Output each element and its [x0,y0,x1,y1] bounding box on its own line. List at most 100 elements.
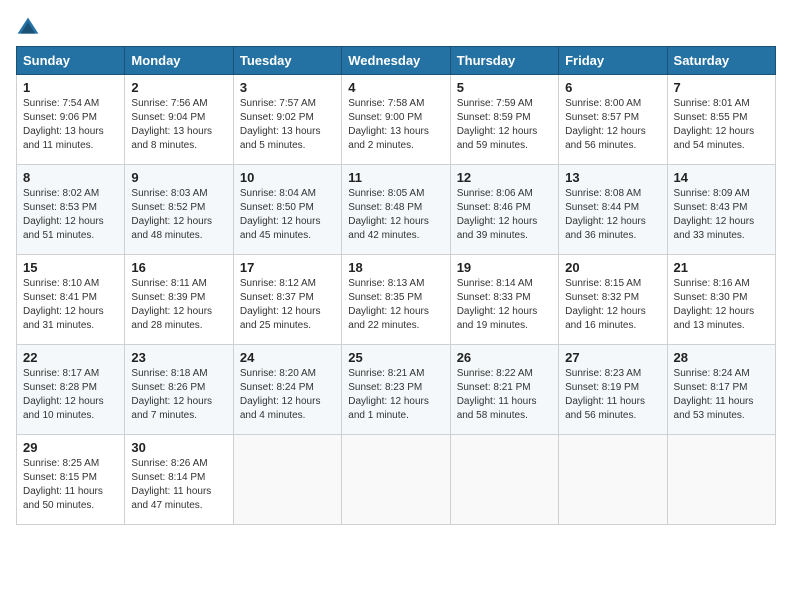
day-number: 27 [565,350,660,365]
calendar-cell: 4 Sunrise: 7:58 AMSunset: 9:00 PMDaylight… [342,75,450,165]
day-number: 4 [348,80,443,95]
week-row-3: 15 Sunrise: 8:10 AMSunset: 8:41 PMDayligh… [17,255,776,345]
day-number: 5 [457,80,552,95]
day-info: Sunrise: 8:16 AMSunset: 8:30 PMDaylight:… [674,277,769,333]
calendar-cell: 2 Sunrise: 7:56 AMSunset: 9:04 PMDaylight… [125,75,233,165]
calendar-cell: 18 Sunrise: 8:13 AMSunset: 8:35 PMDayligh… [342,255,450,345]
calendar-cell: 6 Sunrise: 8:00 AMSunset: 8:57 PMDaylight… [559,75,667,165]
day-number: 11 [348,170,443,185]
day-number: 21 [674,260,769,275]
calendar-cell: 19 Sunrise: 8:14 AMSunset: 8:33 PMDayligh… [450,255,558,345]
day-number: 10 [240,170,335,185]
day-info: Sunrise: 8:01 AMSunset: 8:55 PMDaylight:… [674,97,769,153]
calendar-cell [342,435,450,525]
day-info: Sunrise: 8:23 AMSunset: 8:19 PMDaylight:… [565,367,660,423]
day-info: Sunrise: 8:13 AMSunset: 8:35 PMDaylight:… [348,277,443,333]
calendar-cell: 14Sunrise: 8:09 AMSunset: 8:43 PMDayligh… [667,165,775,255]
calendar-cell: 13 Sunrise: 8:08 AMSunset: 8:44 PMDayligh… [559,165,667,255]
calendar-cell: 7 Sunrise: 8:01 AMSunset: 8:55 PMDaylight… [667,75,775,165]
calendar-cell: 5 Sunrise: 7:59 AMSunset: 8:59 PMDaylight… [450,75,558,165]
calendar-cell: 17Sunrise: 8:12 AMSunset: 8:37 PMDayligh… [233,255,341,345]
day-number: 2 [131,80,226,95]
calendar-cell: 11 Sunrise: 8:05 AMSunset: 8:48 PMDayligh… [342,165,450,255]
day-number: 30 [131,440,226,455]
calendar-cell: 25Sunrise: 8:21 AMSunset: 8:23 PMDayligh… [342,345,450,435]
calendar-cell: 28 Sunrise: 8:24 AMSunset: 8:17 PMDayligh… [667,345,775,435]
week-row-1: 1 Sunrise: 7:54 AMSunset: 9:06 PMDaylight… [17,75,776,165]
weekday-header-sunday: Sunday [17,47,125,75]
day-info: Sunrise: 8:12 AMSunset: 8:37 PMDaylight:… [240,277,335,333]
day-number: 29 [23,440,118,455]
logo [16,16,44,36]
day-info: Sunrise: 8:22 AMSunset: 8:21 PMDaylight:… [457,367,552,423]
calendar-cell: 24 Sunrise: 8:20 AMSunset: 8:24 PMDayligh… [233,345,341,435]
day-info: Sunrise: 7:57 AMSunset: 9:02 PMDaylight:… [240,97,335,153]
calendar-cell: 8Sunrise: 8:02 AMSunset: 8:53 PMDaylight… [17,165,125,255]
day-number: 20 [565,260,660,275]
day-info: Sunrise: 8:10 AMSunset: 8:41 PMDaylight:… [23,277,118,333]
day-number: 24 [240,350,335,365]
calendar-cell: 15 Sunrise: 8:10 AMSunset: 8:41 PMDayligh… [17,255,125,345]
day-number: 3 [240,80,335,95]
day-info: Sunrise: 8:20 AMSunset: 8:24 PMDaylight:… [240,367,335,423]
day-number: 18 [348,260,443,275]
day-number: 6 [565,80,660,95]
day-info: Sunrise: 8:05 AMSunset: 8:48 PMDaylight:… [348,187,443,243]
day-number: 9 [131,170,226,185]
day-number: 7 [674,80,769,95]
day-info: Sunrise: 8:24 AMSunset: 8:17 PMDaylight:… [674,367,769,423]
calendar-cell: 26Sunrise: 8:22 AMSunset: 8:21 PMDayligh… [450,345,558,435]
calendar-cell: 3 Sunrise: 7:57 AMSunset: 9:02 PMDaylight… [233,75,341,165]
calendar-table: SundayMondayTuesdayWednesdayThursdayFrid… [16,46,776,525]
week-row-2: 8Sunrise: 8:02 AMSunset: 8:53 PMDaylight… [17,165,776,255]
day-info: Sunrise: 8:04 AMSunset: 8:50 PMDaylight:… [240,187,335,243]
weekday-header-wednesday: Wednesday [342,47,450,75]
week-row-4: 22Sunrise: 8:17 AMSunset: 8:28 PMDayligh… [17,345,776,435]
day-info: Sunrise: 7:59 AMSunset: 8:59 PMDaylight:… [457,97,552,153]
calendar-cell [559,435,667,525]
day-info: Sunrise: 8:08 AMSunset: 8:44 PMDaylight:… [565,187,660,243]
day-info: Sunrise: 8:25 AMSunset: 8:15 PMDaylight:… [23,457,118,513]
day-info: Sunrise: 8:09 AMSunset: 8:43 PMDaylight:… [674,187,769,243]
day-info: Sunrise: 8:26 AMSunset: 8:14 PMDaylight:… [131,457,226,513]
day-number: 13 [565,170,660,185]
day-info: Sunrise: 8:03 AMSunset: 8:52 PMDaylight:… [131,187,226,243]
calendar-cell: 12 Sunrise: 8:06 AMSunset: 8:46 PMDayligh… [450,165,558,255]
header [16,16,776,36]
logo-icon [16,16,40,36]
day-info: Sunrise: 7:54 AMSunset: 9:06 PMDaylight:… [23,97,118,153]
calendar-cell: 16 Sunrise: 8:11 AMSunset: 8:39 PMDayligh… [125,255,233,345]
calendar-cell: 10 Sunrise: 8:04 AMSunset: 8:50 PMDayligh… [233,165,341,255]
weekday-header-friday: Friday [559,47,667,75]
day-number: 16 [131,260,226,275]
calendar-cell: 23Sunrise: 8:18 AMSunset: 8:26 PMDayligh… [125,345,233,435]
day-number: 28 [674,350,769,365]
calendar-cell: 29 Sunrise: 8:25 AMSunset: 8:15 PMDayligh… [17,435,125,525]
day-info: Sunrise: 8:00 AMSunset: 8:57 PMDaylight:… [565,97,660,153]
day-number: 19 [457,260,552,275]
day-info: Sunrise: 8:06 AMSunset: 8:46 PMDaylight:… [457,187,552,243]
calendar-cell: 30 Sunrise: 8:26 AMSunset: 8:14 PMDayligh… [125,435,233,525]
day-info: Sunrise: 8:17 AMSunset: 8:28 PMDaylight:… [23,367,118,423]
day-number: 8 [23,170,118,185]
calendar-cell: 21 Sunrise: 8:16 AMSunset: 8:30 PMDayligh… [667,255,775,345]
day-info: Sunrise: 8:18 AMSunset: 8:26 PMDaylight:… [131,367,226,423]
calendar-cell: 9 Sunrise: 8:03 AMSunset: 8:52 PMDaylight… [125,165,233,255]
weekday-header-row: SundayMondayTuesdayWednesdayThursdayFrid… [17,47,776,75]
day-number: 1 [23,80,118,95]
calendar-cell: 20Sunrise: 8:15 AMSunset: 8:32 PMDayligh… [559,255,667,345]
day-info: Sunrise: 8:14 AMSunset: 8:33 PMDaylight:… [457,277,552,333]
calendar-cell [233,435,341,525]
calendar-cell [450,435,558,525]
calendar-cell: 1 Sunrise: 7:54 AMSunset: 9:06 PMDaylight… [17,75,125,165]
day-number: 12 [457,170,552,185]
calendar-cell: 27 Sunrise: 8:23 AMSunset: 8:19 PMDayligh… [559,345,667,435]
day-info: Sunrise: 7:58 AMSunset: 9:00 PMDaylight:… [348,97,443,153]
calendar-cell [667,435,775,525]
day-info: Sunrise: 8:11 AMSunset: 8:39 PMDaylight:… [131,277,226,333]
day-info: Sunrise: 7:56 AMSunset: 9:04 PMDaylight:… [131,97,226,153]
weekday-header-saturday: Saturday [667,47,775,75]
day-number: 15 [23,260,118,275]
week-row-5: 29 Sunrise: 8:25 AMSunset: 8:15 PMDayligh… [17,435,776,525]
calendar-cell: 22Sunrise: 8:17 AMSunset: 8:28 PMDayligh… [17,345,125,435]
